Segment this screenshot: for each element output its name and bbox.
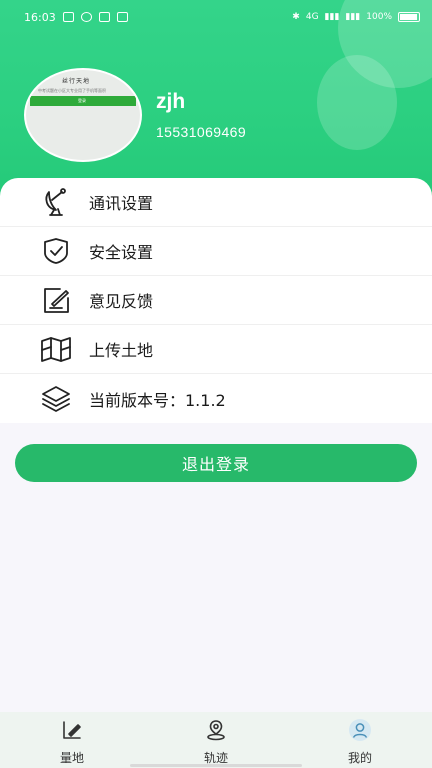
profile-section: 丝行天地 中考试题在小区大专业用了手机等面积 登录 zjh 1553106946…: [24, 68, 414, 168]
feedback-edit-icon: [44, 288, 69, 313]
phone-number: 15531069469: [156, 124, 247, 140]
menu-item-label: 通讯设置: [89, 194, 154, 213]
username: zjh: [156, 90, 186, 113]
measure-pen-icon: [63, 721, 81, 739]
tab-label: 我的: [347, 751, 372, 765]
menu-item-security-settings[interactable]: 安全设置: [0, 227, 432, 276]
avatar-caption: 中考试题在小区大专业用了手机等面积: [38, 88, 106, 93]
status-bar: 16:03 ✱ 4G ▮▮▮ ▮▮▮ 100%: [0, 0, 432, 34]
app-icon: [98, 12, 110, 22]
tab-track[interactable]: 轨迹: [171, 712, 261, 768]
map-fold-icon: [41, 337, 71, 362]
chat-icon: [80, 12, 92, 22]
home-indicator: [130, 764, 302, 767]
menu-item-label: 安全设置: [89, 243, 154, 262]
avatar-green-bar: 登录: [30, 96, 136, 106]
avatar[interactable]: 丝行天地 中考试题在小区大专业用了手机等面积 登录: [24, 68, 142, 162]
location-pin-icon: [207, 720, 225, 741]
status-time: 16:03: [24, 10, 56, 24]
layers-icon: [42, 385, 70, 412]
version-label: 当前版本号：1.1.2: [89, 390, 226, 410]
tab-mine[interactable]: 我的: [315, 712, 405, 768]
menu-item-upload-land[interactable]: 上传土地: [0, 325, 432, 374]
user-avatar-icon: [349, 719, 371, 741]
battery-text: 100%: [366, 12, 392, 22]
signal-icon: ▮▮▮: [324, 12, 340, 22]
bluetooth-icon: ✱: [292, 12, 300, 22]
satellite-dish-icon: [45, 188, 66, 216]
menu-item-label: 上传土地: [89, 341, 154, 360]
app-icon: [116, 12, 128, 22]
network-label: 4G: [305, 12, 319, 22]
tab-measure[interactable]: 量地: [27, 712, 117, 768]
menu-item-communication-settings[interactable]: 通讯设置: [0, 178, 432, 227]
menu-item-version: 当前版本号：1.1.2: [0, 374, 432, 423]
avatar-button-text: 登录: [78, 98, 86, 103]
avatar-title: 丝行天地: [62, 78, 91, 85]
logout-button[interactable]: 退出登录: [15, 444, 417, 482]
battery-icon: [398, 12, 420, 22]
shield-check-icon: [44, 238, 68, 264]
bottom-tab-bar: 量地 轨迹 我的: [0, 712, 432, 768]
signal-icon: ▮▮▮: [345, 12, 361, 22]
menu-item-feedback[interactable]: 意见反馈: [0, 276, 432, 325]
tab-label: 量地: [59, 751, 84, 765]
settings-menu: 通讯设置 安全设置 意见反馈 上传土地 当前版本号：1.1.2: [0, 178, 432, 423]
notification-icon: [62, 12, 74, 22]
menu-item-label: 意见反馈: [89, 292, 154, 311]
